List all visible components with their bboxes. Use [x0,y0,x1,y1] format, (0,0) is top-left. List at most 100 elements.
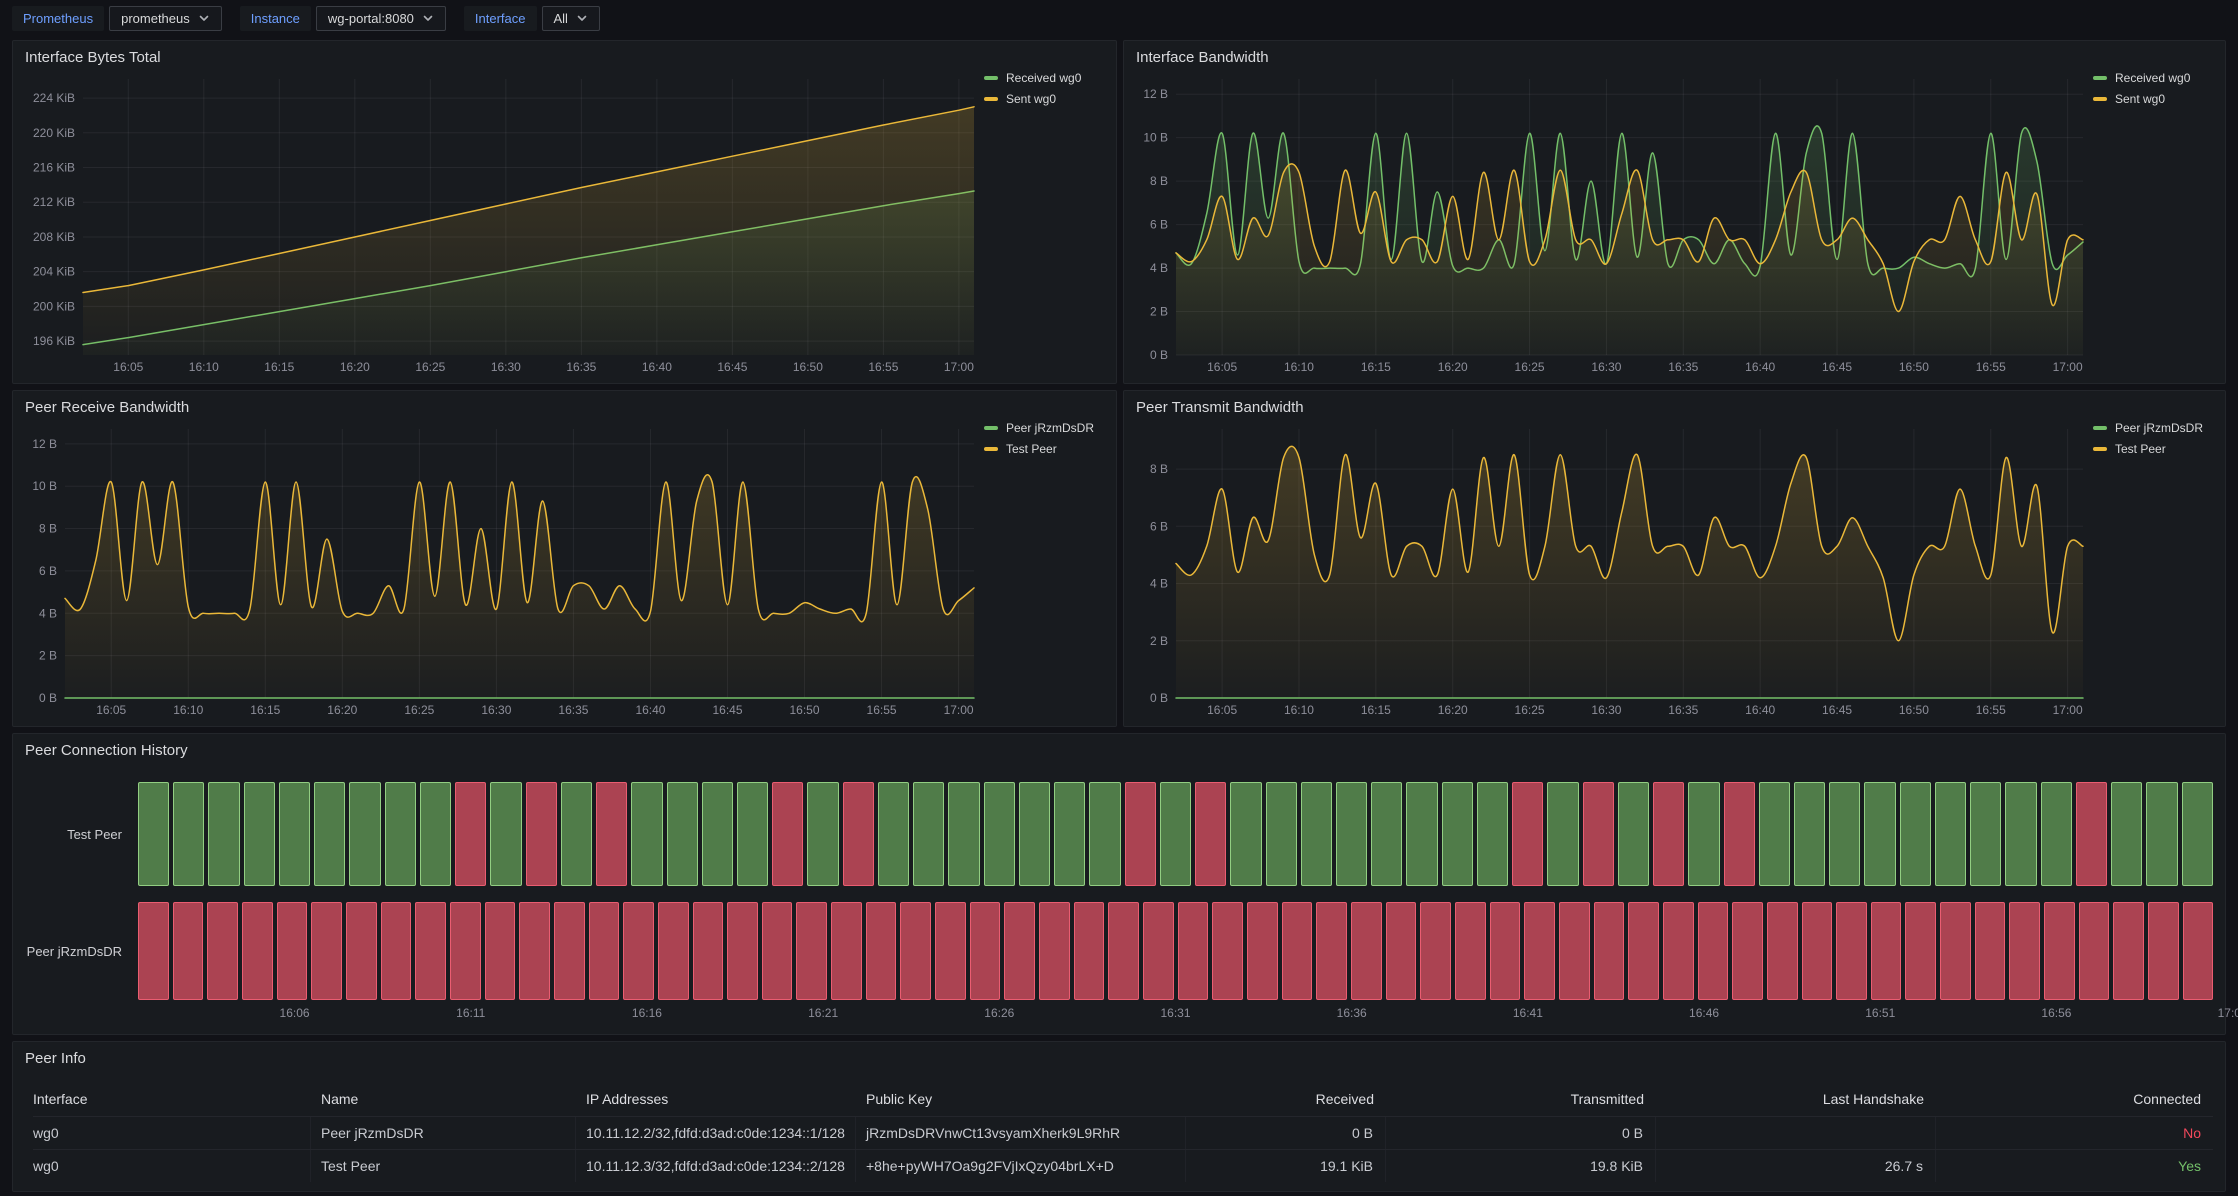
state-bar-disconnected [2076,782,2107,886]
state-bar-disconnected [762,902,793,1000]
legend-series-label: Test Peer [1006,442,1057,456]
column-header-ip-addresses[interactable]: IP Addresses [576,1082,856,1116]
variable-prometheus: Prometheus prometheus [12,6,222,31]
timeline-x-label: 16:11 [456,1006,485,1020]
state-bar-disconnected [2183,902,2214,1000]
state-bar-disconnected [173,902,204,1000]
panel-title[interactable]: Peer Connection History [25,742,188,759]
state-bar-disconnected [519,902,550,1000]
state-bar-disconnected [554,902,585,1000]
column-header-public-key[interactable]: Public Key [856,1082,1186,1116]
cell-transmitted: 19.8 KiB [1386,1150,1656,1182]
state-bar-disconnected [450,902,481,1000]
state-bar-connected [2041,782,2072,886]
peer-info-table: InterfaceNameIP AddressesPublic KeyRecei… [33,1082,2213,1182]
svg-text:2 B: 2 B [1150,305,1168,319]
variable-instance: Instance wg-portal:8080 [240,6,446,31]
timeline-bars [136,902,2215,1000]
cell-public-key: +8he+pyWH7Oa9g2FVjIxQzy04brLX+D [856,1150,1186,1182]
variable-dropdown-instance[interactable]: wg-portal:8080 [316,6,446,31]
svg-text:8 B: 8 B [1150,462,1168,476]
cell-received: 0 B [1186,1117,1386,1149]
legend-item-test-peer[interactable]: Test Peer [984,442,1110,456]
state-bar-disconnected [207,902,238,1000]
panel-title[interactable]: Peer Info [25,1050,86,1067]
svg-text:196 KiB: 196 KiB [33,334,75,348]
panel-title[interactable]: Interface Bytes Total [25,49,161,66]
legend-item-received-wg0[interactable]: Received wg0 [2093,71,2219,85]
legend-item-test-peer[interactable]: Test Peer [2093,442,2219,456]
svg-text:16:40: 16:40 [642,360,672,374]
state-bar-connected [314,782,345,886]
state-bar-connected [138,782,169,886]
state-bar-disconnected [866,902,897,1000]
column-header-connected[interactable]: Connected [1936,1082,2213,1116]
state-bar-disconnected [589,902,620,1000]
state-bar-disconnected [831,902,862,1000]
column-header-last-handshake[interactable]: Last Handshake [1656,1082,1936,1116]
legend-item-received-wg0[interactable]: Received wg0 [984,71,1110,85]
state-bar-connected [1230,782,1261,886]
legend-item-sent-wg0[interactable]: Sent wg0 [984,92,1110,106]
panel-title[interactable]: Peer Receive Bandwidth [25,399,189,416]
variable-dropdown-interface[interactable]: All [542,6,600,31]
state-bar-connected [1019,782,1050,886]
state-bar-connected [737,782,768,886]
timeline-x-axis: 16:0616:1116:1616:2116:2616:3116:3616:41… [136,1000,2215,1022]
timeline-x-label: 16:16 [632,1006,662,1020]
svg-text:212 KiB: 212 KiB [33,195,75,209]
chevron-down-icon [422,12,434,24]
state-bar-disconnected [1583,782,1614,886]
timeline-x-label: 16:26 [984,1006,1014,1020]
state-bar-disconnected [415,902,446,1000]
svg-text:12 B: 12 B [1143,87,1168,101]
legend-item-peer-jrzmdsdr[interactable]: Peer jRzmDsDR [2093,421,2219,435]
cell-transmitted: 0 B [1386,1117,1656,1149]
column-header-interface[interactable]: Interface [33,1082,311,1116]
svg-text:16:15: 16:15 [264,360,294,374]
state-bar-connected [420,782,451,886]
state-bar-connected [1618,782,1649,886]
legend-series-swatch [2093,426,2107,430]
timeline-row-test-peer: Test Peer [23,782,2215,886]
timeline-x-label: 16:21 [808,1006,838,1020]
timeline-row-label: Test Peer [23,782,136,886]
state-bar-disconnected [1940,902,1971,1000]
svg-text:16:40: 16:40 [1745,703,1775,717]
state-bar-connected [1336,782,1367,886]
svg-text:4 B: 4 B [1150,577,1168,591]
state-bar-disconnected [1108,902,1139,1000]
state-bar-connected [385,782,416,886]
panel-title[interactable]: Peer Transmit Bandwidth [1136,399,1304,416]
svg-text:10 B: 10 B [32,479,57,493]
state-bar-disconnected [1143,902,1174,1000]
cell-public-key: jRzmDsDRVnwCt13vsyamXherk9L9RhR [856,1117,1186,1149]
svg-text:17:00: 17:00 [2053,360,2083,374]
variable-dropdown-prometheus[interactable]: prometheus [109,6,222,31]
svg-text:16:50: 16:50 [1899,360,1929,374]
svg-text:16:35: 16:35 [566,360,596,374]
svg-text:0 B: 0 B [39,691,57,705]
column-header-received[interactable]: Received [1186,1082,1386,1116]
column-header-transmitted[interactable]: Transmitted [1386,1082,1656,1116]
svg-text:16:20: 16:20 [327,703,357,717]
svg-text:16:25: 16:25 [404,703,434,717]
legend-series-label: Received wg0 [2115,71,2190,85]
variable-interface: Interface All [464,6,600,31]
cell-ip-addresses: 10.11.12.3/32,fdfd:d3ad:c0de:1234::2/128 [576,1150,856,1182]
svg-text:16:45: 16:45 [712,703,742,717]
panel-title[interactable]: Interface Bandwidth [1136,49,1269,66]
legend-item-sent-wg0[interactable]: Sent wg0 [2093,92,2219,106]
cell-last-handshake [1656,1117,1936,1149]
legend-item-peer-jrzmdsdr[interactable]: Peer jRzmDsDR [984,421,1110,435]
state-bar-connected [2146,782,2177,886]
state-bar-connected [1688,782,1719,886]
legend-series-label: Peer jRzmDsDR [2115,421,2203,435]
table-row: wg0Test Peer10.11.12.3/32,fdfd:d3ad:c0de… [33,1149,2213,1182]
state-bar-connected [1547,782,1578,886]
state-bar-disconnected [1767,902,1798,1000]
column-header-name[interactable]: Name [311,1082,576,1116]
timeline-x-label: 16:36 [1337,1006,1367,1020]
svg-text:16:50: 16:50 [1899,703,1929,717]
state-bar-connected [1160,782,1191,886]
